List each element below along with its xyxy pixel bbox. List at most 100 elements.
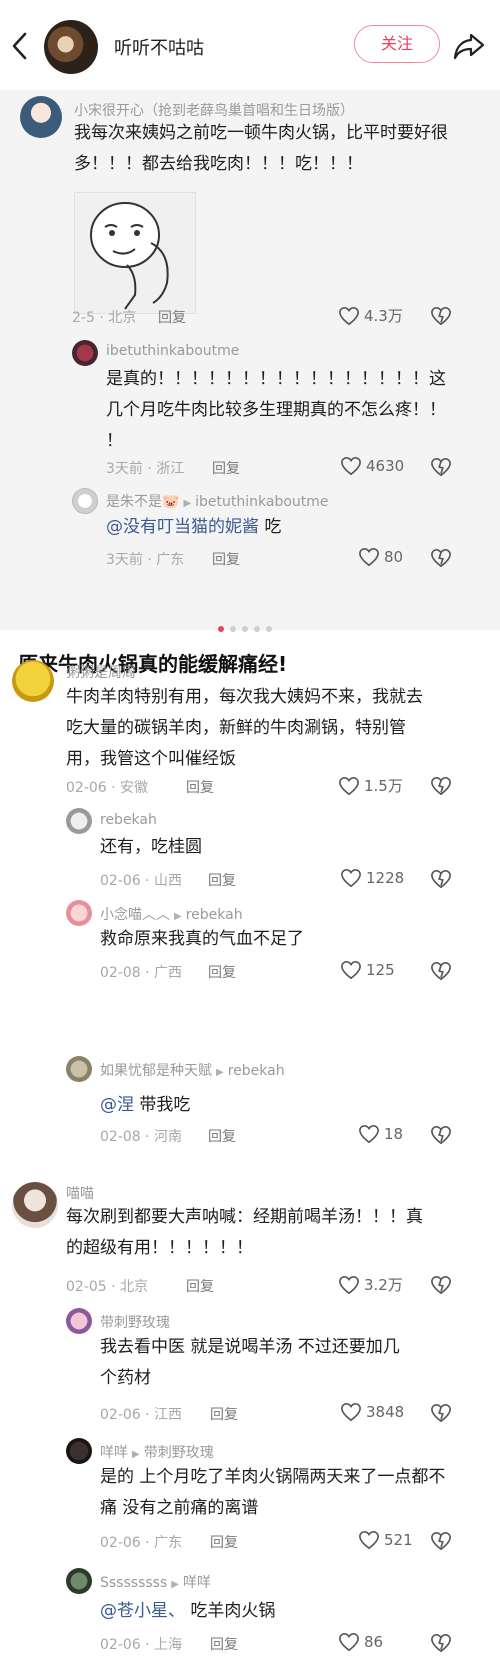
heart-icon [359, 1124, 379, 1144]
reply-to-username[interactable]: rebekah [228, 1063, 285, 1079]
like-count: 1.5万 [364, 777, 403, 795]
heart-icon [359, 1530, 379, 1550]
dislike-icon[interactable] [430, 1125, 452, 1145]
page-indicator [218, 626, 272, 632]
like-count: 4630 [366, 457, 405, 475]
reply-button[interactable]: 回复 [158, 307, 186, 327]
page-dot[interactable] [242, 626, 248, 632]
like-button[interactable]: 3848 [340, 1402, 404, 1422]
reply-button[interactable]: 回复 [208, 1126, 236, 1146]
reply-username[interactable]: rebekah [100, 812, 157, 828]
avatar[interactable] [66, 1056, 92, 1082]
like-button[interactable]: 1228 [340, 868, 404, 888]
reply-arrow-icon: ▶ [174, 911, 182, 922]
like-button[interactable]: 4630 [340, 456, 404, 476]
dislike-icon[interactable] [430, 1275, 452, 1295]
dislike-icon[interactable] [430, 306, 452, 326]
reply-button[interactable]: 回复 [210, 1404, 238, 1424]
author-name[interactable]: 听听不咕咕 [114, 34, 204, 60]
page-dot[interactable] [218, 626, 224, 632]
avatar[interactable] [12, 1182, 58, 1228]
like-count: 80 [384, 548, 404, 566]
reply-text: @没有叮当猫的妮酱 吃 [106, 512, 456, 543]
reply-text-body: 带我吃 [134, 1095, 191, 1115]
like-count: 3.2万 [364, 1276, 403, 1294]
like-button[interactable]: 521 [358, 1530, 413, 1550]
reply-meta: 02-08 · 河南 [100, 1129, 183, 1145]
like-count: 125 [366, 961, 395, 979]
avatar[interactable] [72, 340, 98, 366]
back-arrow-icon[interactable] [8, 28, 32, 64]
meme-image[interactable] [74, 192, 196, 314]
like-button[interactable]: 125 [340, 960, 395, 980]
like-button[interactable]: 1.5万 [338, 775, 403, 796]
comment-username[interactable]: 小宋很开心（抢到老薛鸟巢首唱和生日场版） [74, 100, 354, 120]
reply-button[interactable]: 回复 [212, 458, 240, 478]
reply-username[interactable]: 小念喵︿︿ ▶ rebekah [100, 904, 243, 924]
like-button[interactable]: 3.2万 [338, 1274, 403, 1295]
reply-to-username[interactable]: ibetuthinkaboutme [195, 494, 328, 510]
reply-button[interactable]: 回复 [186, 777, 214, 797]
reply-text-body: 吃 [259, 517, 282, 537]
reply-meta: 02-06 · 山西 [100, 873, 183, 889]
comment-username[interactable]: 粥粥是周周 [66, 662, 136, 682]
author-avatar[interactable] [44, 20, 98, 74]
reply-username-text: 是朱不是🐷 [106, 494, 180, 510]
reply-meta: 02-08 · 广西 [100, 965, 183, 981]
avatar[interactable] [66, 1438, 92, 1464]
reply-username[interactable]: 咩咩 ▶ 带刺野玫瑰 [100, 1442, 214, 1462]
reply-button[interactable]: 回复 [208, 870, 236, 890]
reply-username[interactable]: ibetuthinkaboutme [106, 343, 239, 359]
share-icon[interactable] [452, 28, 486, 62]
avatar[interactable] [72, 488, 98, 514]
dislike-icon[interactable] [430, 776, 452, 796]
page-dot[interactable] [254, 626, 260, 632]
comment-text: 牛肉羊肉特别有用，每次我大姨妈不来，我就去吃大量的碳锅羊肉，新鲜的牛肉涮锅，特别… [66, 687, 423, 769]
follow-button[interactable]: 关注 [354, 25, 440, 63]
like-count: 86 [364, 1633, 384, 1651]
reply-username-text: 如果忧郁是种天赋 [100, 1063, 212, 1079]
like-button[interactable]: 4.3万 [338, 305, 403, 326]
like-button[interactable]: 18 [358, 1124, 403, 1144]
reply-to-username[interactable]: 咩咩 [183, 1575, 211, 1591]
reply-button[interactable]: 回复 [210, 1532, 238, 1552]
dislike-icon[interactable] [430, 1403, 452, 1423]
reply-arrow-icon: ▶ [183, 498, 192, 509]
like-button[interactable]: 80 [358, 547, 403, 567]
reply-button[interactable]: 回复 [208, 962, 236, 982]
reply-button[interactable]: 回复 [186, 1276, 214, 1296]
comment-text: 每次刷到都要大声呐喊：经期前喝羊汤！！！真的超级有用！！！！！！ [66, 1207, 423, 1258]
like-count: 4.3万 [364, 307, 403, 325]
heart-icon [341, 456, 361, 476]
reply-to-username[interactable]: rebekah [186, 907, 243, 923]
page-dot[interactable] [230, 626, 236, 632]
reply-username[interactable]: 带刺野玫瑰 [100, 1312, 170, 1332]
avatar[interactable] [66, 900, 92, 926]
like-button[interactable]: 86 [338, 1632, 383, 1652]
dislike-icon[interactable] [430, 457, 452, 477]
comment-username[interactable]: 喵喵 [66, 1183, 94, 1203]
reply-to-username[interactable]: 带刺野玫瑰 [144, 1445, 214, 1461]
reply-button[interactable]: 回复 [210, 1634, 238, 1654]
avatar[interactable] [66, 1308, 92, 1334]
dislike-icon[interactable] [430, 961, 452, 981]
mention-link[interactable]: @没有叮当猫的妮酱 [106, 517, 259, 537]
reply-username[interactable]: 是朱不是🐷 ▶ ibetuthinkaboutme [106, 491, 329, 511]
avatar[interactable] [20, 96, 62, 138]
dislike-icon[interactable] [430, 869, 452, 889]
dislike-icon[interactable] [430, 1531, 452, 1551]
avatar[interactable] [66, 808, 92, 834]
reply-username[interactable]: Sssssssss ▶ 咩咩 [100, 1572, 211, 1592]
reply-username[interactable]: 如果忧郁是种天赋 ▶ rebekah [100, 1060, 285, 1080]
avatar[interactable] [12, 660, 54, 702]
dislike-icon[interactable] [430, 1633, 452, 1653]
avatar[interactable] [66, 1568, 92, 1594]
dislike-icon[interactable] [430, 548, 452, 568]
reply-button[interactable]: 回复 [212, 549, 240, 569]
page-dot[interactable] [266, 626, 272, 632]
reply-arrow-icon: ▶ [132, 1449, 140, 1460]
mention-link[interactable]: @苍小星、 [100, 1601, 185, 1621]
reply-meta: 02-06 · 上海 [100, 1637, 183, 1653]
reply-text: 救命原来我真的气血不足了 [100, 929, 304, 949]
mention-link[interactable]: @涅 [100, 1095, 134, 1115]
